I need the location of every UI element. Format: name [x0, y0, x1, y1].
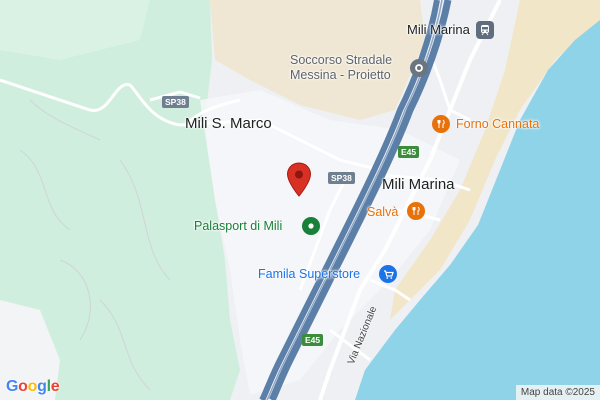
town-mili-marina[interactable]: Mili Marina	[382, 176, 455, 193]
station-label[interactable]: Mili Marina	[407, 22, 470, 37]
poi-soccorso-line2: Messina - Proietto	[290, 68, 391, 82]
service-place-icon[interactable]	[410, 59, 428, 77]
poi-forno-cannata[interactable]: Forno Cannata	[456, 117, 539, 132]
road-shield-sp38: SP38	[328, 172, 355, 184]
fork-knife-icon[interactable]	[432, 115, 450, 133]
logo-letter-g: G	[6, 378, 19, 395]
red-location-pin-icon[interactable]	[286, 162, 312, 203]
train-station-icon[interactable]	[476, 21, 494, 39]
road-shield-e45: E45	[398, 146, 420, 158]
poi-palasport-di-mili[interactable]: Palasport di Mili	[194, 219, 282, 234]
logo-letter-g: g	[37, 378, 47, 395]
google-logo: Google	[6, 378, 60, 396]
town-mili-s-marco[interactable]: Mili S. Marco	[185, 115, 272, 132]
poi-soccorso-line1: Soccorso Stradale	[290, 53, 393, 67]
park-icon[interactable]	[302, 217, 320, 235]
logo-letter-o: o	[18, 378, 28, 395]
road-shield-e45: E45	[302, 334, 324, 346]
road-shield-sp38: SP38	[162, 96, 189, 108]
logo-letter-o: o	[27, 378, 38, 395]
poi-salva[interactable]: Salvà	[367, 205, 398, 220]
fork-knife-icon[interactable]	[407, 202, 425, 220]
map-canvas[interactable]: SP38 SP38 E45 E45 Via Nazionale Mili Mar…	[0, 0, 600, 400]
poi-soccorso-stradale[interactable]: Soccorso Stradale Messina - Proietto	[290, 53, 392, 83]
poi-famila-superstore[interactable]: Famila Superstore	[258, 267, 360, 282]
shopping-cart-icon[interactable]	[379, 265, 397, 283]
logo-letter-e: e	[50, 378, 60, 395]
map-attribution[interactable]: Map data ©2025	[515, 385, 600, 400]
